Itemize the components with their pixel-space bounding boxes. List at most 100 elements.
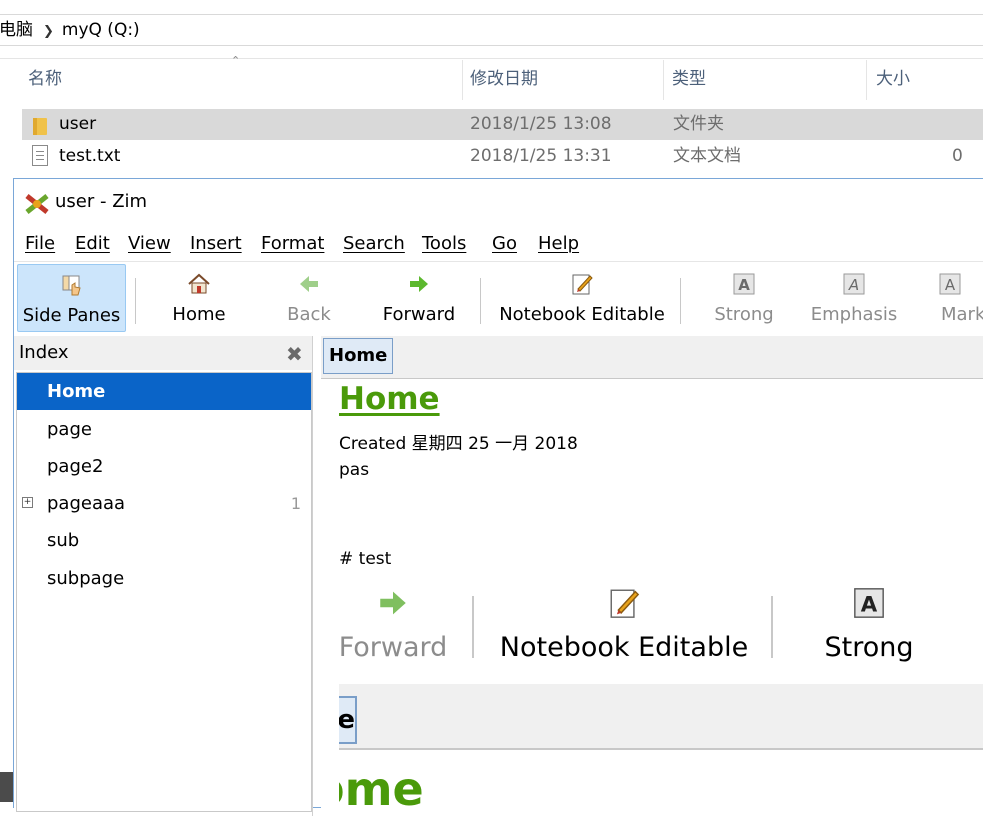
- svg-text:A: A: [738, 276, 750, 294]
- index-item-label: page: [47, 419, 92, 440]
- embedded-forward-button: Forward: [339, 584, 451, 674]
- svg-text:A: A: [861, 593, 878, 618]
- chevron-right-icon[interactable]: ❯: [43, 17, 54, 47]
- embedded-strong-label: Strong: [824, 632, 914, 663]
- page-editor[interactable]: Home Created 星期四 25 一月 2018 pas # test F…: [321, 379, 983, 809]
- svg-text:A: A: [945, 276, 956, 294]
- menu-view[interactable]: View: [128, 233, 171, 254]
- menu-search[interactable]: Search: [343, 233, 405, 254]
- index-item-label: page2: [47, 456, 104, 477]
- embedded-notebook-editable-button: Notebook Editable: [494, 584, 754, 674]
- edit-note-icon: [610, 589, 640, 618]
- toolbar-separator: [680, 278, 681, 324]
- pathbar: Home: [321, 336, 983, 379]
- strong-label: Strong: [714, 304, 774, 325]
- index-item-subpage[interactable]: subpage: [17, 560, 311, 597]
- mark-label: Mark: [941, 304, 983, 325]
- address-bar[interactable]: 电脑 ❯ myQ (Q:): [0, 14, 983, 46]
- text-line: pas: [339, 460, 370, 480]
- bold-icon: A: [733, 273, 755, 295]
- menu-help[interactable]: Help: [538, 233, 579, 254]
- file-date: 2018/1/25 13:08: [470, 114, 612, 134]
- expand-plus-icon[interactable]: +: [22, 497, 33, 508]
- menu-go[interactable]: Go: [492, 233, 517, 254]
- column-divider[interactable]: [462, 60, 463, 100]
- sort-ascending-icon: ⌃: [231, 54, 241, 67]
- file-name: user: [59, 114, 97, 134]
- index-item-label: Home: [47, 381, 106, 402]
- file-row[interactable]: user 2018/1/25 13:08 文件夹: [22, 109, 983, 140]
- side-panes-label: Side Panes: [22, 305, 121, 326]
- text-line: # test: [339, 549, 392, 569]
- toolbar-separator: [771, 596, 773, 658]
- embedded-screenshot: Forward Notebook Editable A Strong e me: [339, 584, 983, 809]
- index-item-count: 1: [290, 494, 301, 513]
- side-panes-icon: [62, 275, 81, 296]
- home-button[interactable]: Home: [144, 264, 254, 332]
- column-header-type[interactable]: 类型: [672, 60, 706, 100]
- file-type: 文本文档: [673, 146, 741, 166]
- embedded-pathbar: e: [339, 684, 983, 750]
- italic-icon: A: [843, 273, 865, 295]
- menu-insert[interactable]: Insert: [190, 233, 242, 254]
- index-item-label: pageaaa: [47, 493, 126, 514]
- column-divider[interactable]: [663, 60, 664, 100]
- toolbar: Side Panes Home Back Forward Notebook Ed…: [14, 261, 983, 336]
- index-item-home[interactable]: Home: [17, 373, 311, 410]
- arrow-right-icon: [380, 591, 406, 615]
- text-file-icon: [32, 145, 48, 166]
- index-tree[interactable]: Home page page2 + pageaaa 1 sub subpage: [16, 372, 312, 812]
- emphasis-label: Emphasis: [810, 304, 898, 325]
- index-item-label: subpage: [47, 568, 125, 589]
- title-bar[interactable]: user - Zim: [14, 179, 983, 227]
- page-heading: Home: [339, 381, 440, 417]
- breadcrumb-this-pc[interactable]: 电脑: [0, 20, 33, 40]
- menu-tools[interactable]: Tools: [422, 233, 466, 254]
- forward-label: Forward: [382, 304, 456, 325]
- bold-icon: A: [854, 588, 884, 618]
- home-label: Home: [172, 304, 226, 325]
- embedded-notebook-editable-label: Notebook Editable: [499, 632, 749, 663]
- forward-button[interactable]: Forward: [364, 264, 474, 332]
- index-header: Index ✖: [14, 336, 312, 370]
- index-item-page2[interactable]: page2: [17, 448, 311, 485]
- created-line: Created 星期四 25 一月 2018: [339, 434, 578, 454]
- file-row[interactable]: test.txt 2018/1/25 13:31 文本文档 0 KB: [22, 141, 983, 197]
- notebook-editable-button[interactable]: Notebook Editable: [492, 264, 672, 332]
- menu-bar: File Edit View Insert Format Search Tool…: [14, 227, 983, 261]
- toolbar-separator: [472, 596, 474, 658]
- menu-format[interactable]: Format: [261, 233, 324, 254]
- index-item-pageaaa[interactable]: + pageaaa 1: [17, 485, 311, 522]
- desktop-background: [0, 772, 13, 802]
- column-header-date[interactable]: 修改日期: [470, 60, 538, 100]
- emphasis-button[interactable]: A Emphasis: [799, 264, 909, 332]
- highlight-icon: A: [939, 273, 961, 295]
- column-divider[interactable]: [866, 60, 867, 100]
- file-type: 文件夹: [673, 114, 724, 134]
- window-title: user - Zim: [55, 191, 148, 212]
- mark-button[interactable]: A Mark: [926, 264, 983, 332]
- strong-button[interactable]: A Strong: [689, 264, 799, 332]
- column-header-size[interactable]: 大小: [876, 60, 910, 100]
- arrow-right-icon: [410, 276, 428, 292]
- index-item-sub[interactable]: sub: [17, 522, 311, 559]
- toolbar-separator: [480, 278, 481, 324]
- index-item-page[interactable]: page: [17, 411, 311, 448]
- divider: [0, 58, 983, 59]
- menu-file[interactable]: File: [25, 233, 55, 254]
- menu-edit[interactable]: Edit: [75, 233, 110, 254]
- file-name: test.txt: [59, 146, 121, 166]
- embedded-strong-button: A Strong: [809, 584, 929, 674]
- close-icon[interactable]: ✖: [286, 342, 303, 366]
- home-icon: [188, 273, 210, 294]
- back-button[interactable]: Back: [254, 264, 364, 332]
- side-panes-button[interactable]: Side Panes: [17, 264, 126, 332]
- index-title: Index: [19, 342, 69, 363]
- breadcrumb-drive[interactable]: myQ (Q:): [62, 20, 140, 40]
- column-header-name[interactable]: 名称: [28, 60, 62, 100]
- notebook-editable-label: Notebook Editable: [499, 304, 665, 325]
- tab-home[interactable]: Home: [323, 338, 394, 374]
- index-item-label: sub: [47, 530, 80, 551]
- folder-icon: [33, 118, 47, 135]
- zim-app-icon: [25, 194, 49, 214]
